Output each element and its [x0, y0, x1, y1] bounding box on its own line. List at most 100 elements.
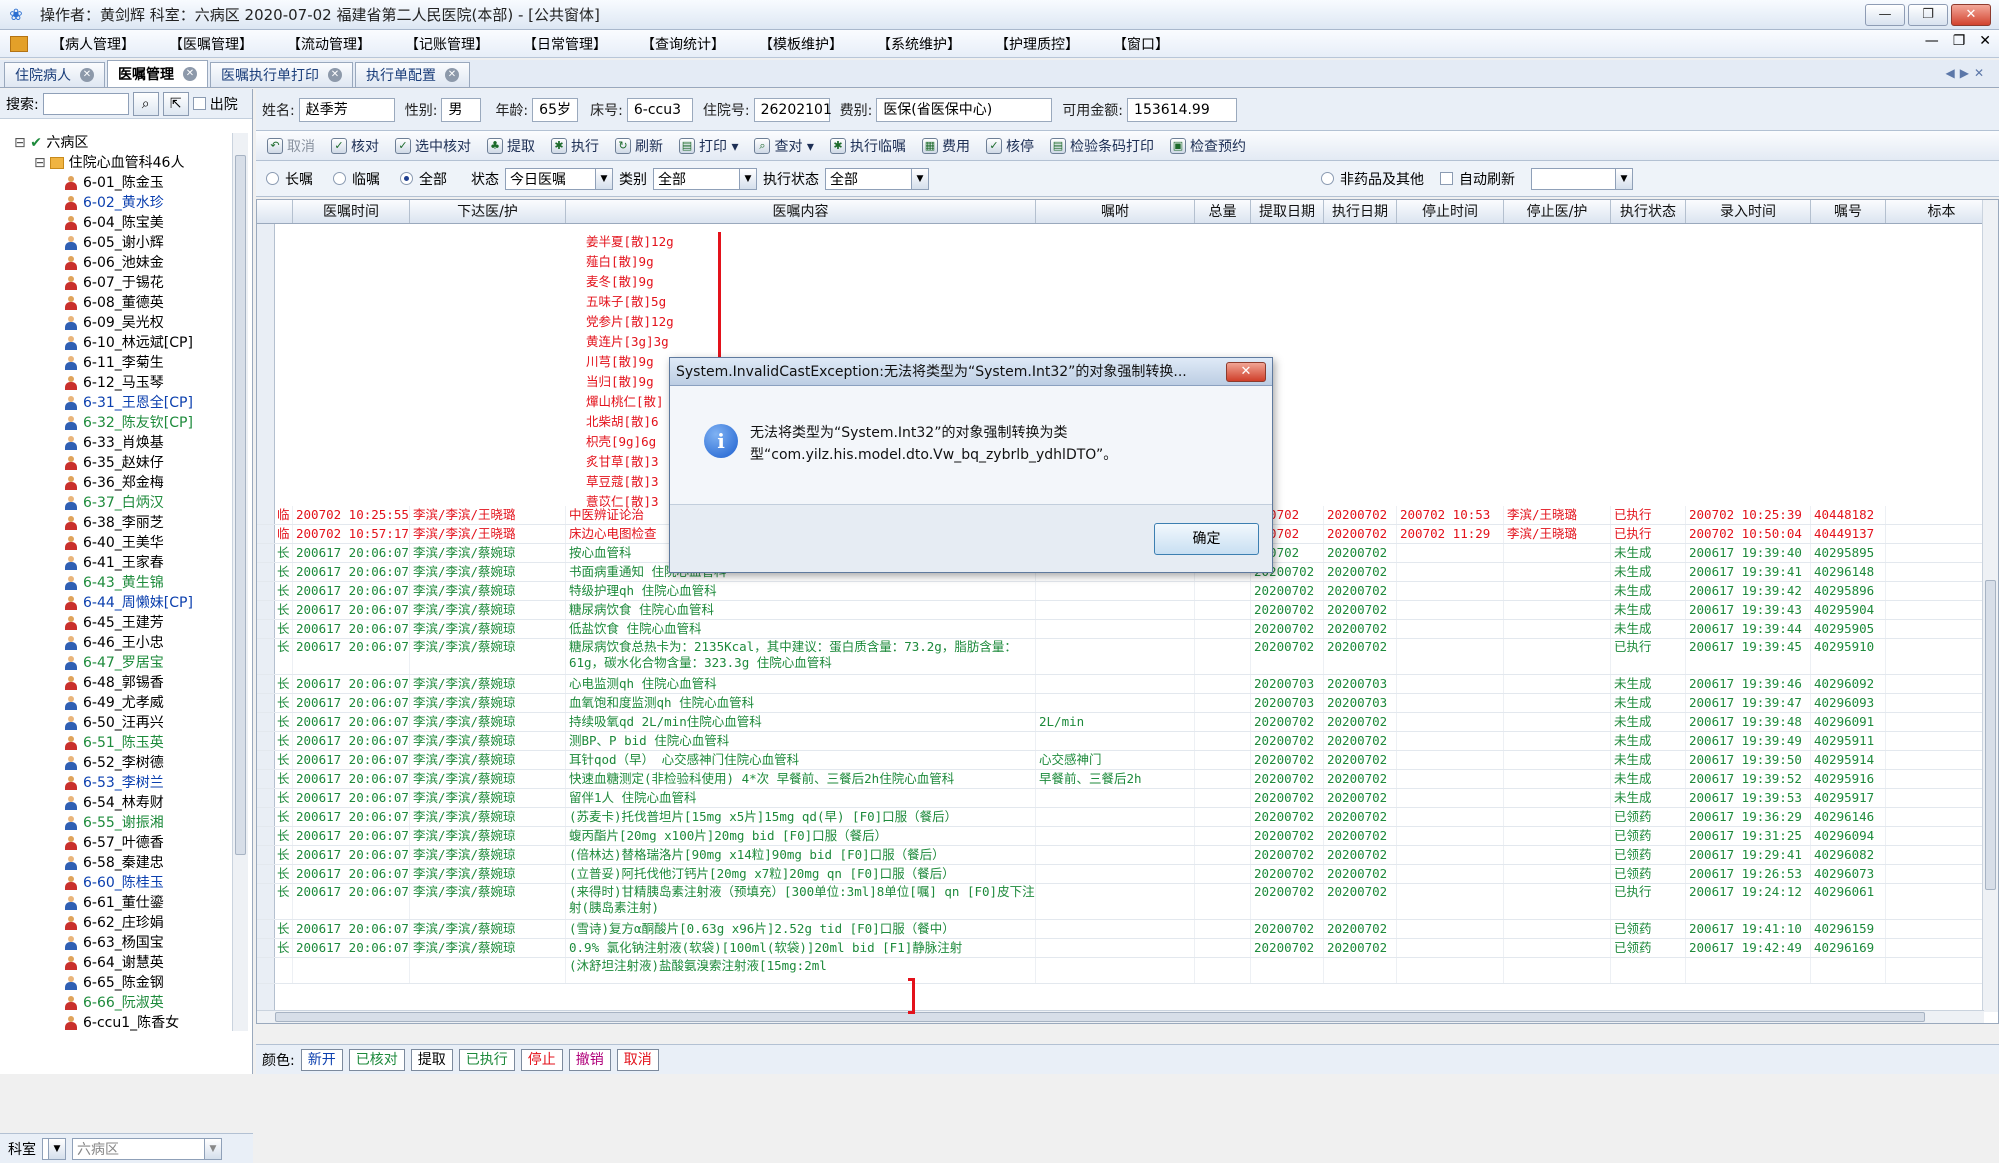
toolbar-button-12[interactable]: ▣ 检查预约 [1163, 136, 1253, 156]
patient-tree-item[interactable]: 6-58_秦建忠 [0, 853, 232, 873]
tab-order-exec-print[interactable]: 医嘱执行单打印 ✕ [210, 62, 353, 87]
tab-close-icon[interactable]: ✕ [328, 68, 342, 82]
column-header[interactable]: 嘱咐 [1036, 200, 1195, 223]
table-row[interactable]: 长 200617 20:06:07 李滨/李滨/蔡婉琼 留伴1人 住院心血管科 2020… [257, 789, 1984, 808]
menu-daily-management[interactable]: 【日常管理】 [506, 34, 624, 54]
table-row[interactable]: 长 200617 20:06:07 李滨/李滨/蔡婉琼 耳针qod（早） 心交感神门住… [257, 751, 1984, 770]
menu-query-statistics[interactable]: 【查询统计】 [624, 34, 742, 54]
patient-tree-item[interactable]: 6-62_庄珍娟 [0, 913, 232, 933]
patient-tree-item[interactable]: 6-33_肖焕基 [0, 433, 232, 453]
patient-tree-item[interactable]: 6-41_王家春 [0, 553, 232, 573]
patient-tree-item[interactable]: 6-43_黄生锦 [0, 573, 232, 593]
toolbar-button-11[interactable]: ▤ 检验条码打印 [1043, 136, 1161, 156]
patient-tree-item[interactable]: 6-07_于锡花 [0, 273, 232, 293]
toolbar-button-4[interactable]: ✱ 执行 [544, 136, 606, 156]
discharged-checkbox[interactable] [192, 97, 206, 110]
menu-order-management[interactable]: 【医嘱管理】 [152, 34, 270, 54]
patient-tree-item[interactable]: 6-50_汪再兴 [0, 713, 232, 733]
mdi-restore-button[interactable]: ❐ [1953, 33, 1966, 49]
menu-billing-management[interactable]: 【记账管理】 [388, 34, 506, 54]
search-icon[interactable]: ⌕ [132, 91, 159, 116]
status-dropdown[interactable]: 今日医嘱 ▼ [505, 167, 613, 190]
patient-tree-item[interactable]: 6-60_陈桂玉 [0, 873, 232, 893]
column-header[interactable]: 提取日期 [1251, 200, 1324, 223]
tree-scrollbar[interactable] [232, 133, 248, 1031]
all-radio[interactable] [400, 172, 413, 185]
tab-scroll-arrows-icon[interactable]: ◀▶✕ [1945, 66, 1989, 80]
patient-tree-item[interactable]: 6-12_马玉琴 [0, 373, 232, 393]
patient-tree-item[interactable]: 6-11_李菊生 [0, 353, 232, 373]
table-row[interactable]: 长 200617 20:06:07 李滨/李滨/蔡婉琼 快速血糖测定(非检验科使用) … [257, 770, 1984, 789]
patient-tree-item[interactable]: 6-02_黄水珍 [0, 193, 232, 213]
maximize-button[interactable]: ❐ [1908, 4, 1948, 26]
order-grid[interactable]: 医嘱时间 下达医/护 医嘱内容 嘱咐 总量 提取日期 执行日期 停止时间 停止医/护 执行状态 录入… [256, 199, 1999, 1024]
search-input[interactable] [42, 92, 129, 115]
patient-tree-item[interactable]: 6-37_白炳汉 [0, 493, 232, 513]
patient-tree-item[interactable]: 6-54_林寿财 [0, 793, 232, 813]
table-row[interactable]: 长 200617 20:06:07 李滨/李滨/蔡婉琼 糖尿病饮食 住院心血管科 202… [257, 601, 1984, 620]
table-row[interactable]: 长 200617 20:06:07 李滨/李滨/蔡婉琼 低盐饮食 住院心血管科 2020… [257, 620, 1984, 639]
toolbar-button-3[interactable]: ♣ 提取 [480, 136, 542, 156]
column-header[interactable]: 停止医/护 [1504, 200, 1611, 223]
minimize-button[interactable]: — [1865, 4, 1905, 26]
dialog-close-button[interactable]: ✕ [1226, 362, 1266, 382]
table-row[interactable]: 长 200617 20:06:07 李滨/李滨/蔡婉琼 (苏麦卡)托伐普坦片[15mg… [257, 808, 1984, 827]
patient-tree-item[interactable]: 6-31_王恩全[CP] [0, 393, 232, 413]
patient-tree-item[interactable]: 6-47_罗居宝 [0, 653, 232, 673]
patient-tree-item[interactable]: 6-66_阮淑英 [0, 993, 232, 1013]
dept-type-dropdown[interactable]: ▼ [42, 1137, 66, 1160]
column-header[interactable]: 医嘱内容 [566, 200, 1036, 223]
tab-close-icon[interactable]: ✕ [183, 67, 197, 81]
patient-tree-item[interactable]: 6-63_杨国宝 [0, 933, 232, 953]
close-button[interactable]: ✕ [1951, 4, 1991, 26]
table-row[interactable]: 长 200617 20:06:07 李滨/李滨/蔡婉琼 (来得时)甘精胰岛素注射液（预… [257, 884, 1984, 920]
type-dropdown[interactable]: 全部 ▼ [653, 167, 757, 190]
patient-tree-item[interactable]: 6-05_谢小辉 [0, 233, 232, 253]
patient-tree-item[interactable]: 6-44_周懒妹[CP] [0, 593, 232, 613]
patient-tree-item[interactable]: 6-06_池妹金 [0, 253, 232, 273]
menu-system-maintenance[interactable]: 【系统维护】 [860, 34, 978, 54]
table-row[interactable]: 长 200617 20:06:07 李滨/李滨/蔡婉琼 糖尿病饮食总热卡为：2135K… [257, 639, 1984, 675]
table-row[interactable]: 长 200617 20:06:07 李滨/李滨/蔡婉琼 (立普妥)阿托伐他汀钙片[20… [257, 865, 1984, 884]
patient-tree-item[interactable]: 6-01_陈金玉 [0, 173, 232, 193]
toolbar-button-5[interactable]: ↻ 刷新 [608, 136, 670, 156]
tab-exec-config[interactable]: 执行单配置 ✕ [355, 62, 470, 87]
toolbar-button-2[interactable]: ✓ 选中核对 [388, 136, 478, 156]
column-header[interactable]: 录入时间 [1686, 200, 1811, 223]
patient-tree-item[interactable]: 6-08_董德英 [0, 293, 232, 313]
tab-order-management[interactable]: 医嘱管理 ✕ [107, 60, 208, 87]
toolbar-button-9[interactable]: ▦ 费用 [915, 136, 977, 156]
table-row[interactable]: 长 200617 20:06:07 李滨/李滨/蔡婉琼 血氧饱和度监测qh 住院心血管… [257, 694, 1984, 713]
mdi-minimize-button[interactable]: — [1925, 33, 1939, 49]
ok-button[interactable]: 确定 [1154, 523, 1259, 555]
menu-patient-management[interactable]: 【病人管理】 [34, 34, 152, 54]
table-row[interactable]: 长 200617 20:06:07 李滨/李滨/蔡婉琼 (雪诗)复方α酮酸片[0.63… [257, 920, 1984, 939]
patient-tree-item[interactable]: 6-53_李树兰 [0, 773, 232, 793]
patient-tree[interactable]: ⊟ ✔ 六病区 ⊟ 住院心血管科46人 6-01_陈金玉 6-02_黄水珍 6-04… [0, 133, 232, 1031]
menu-app-icon[interactable] [10, 35, 28, 52]
patient-tree-item[interactable]: 6-36_郑金梅 [0, 473, 232, 493]
patient-tree-item[interactable]: 6-35_赵妹仔 [0, 453, 232, 473]
auto-refresh-checkbox[interactable] [1440, 172, 1453, 185]
nondrug-radio[interactable] [1321, 172, 1334, 185]
tree-root[interactable]: ⊟ ✔ 六病区 [0, 133, 232, 153]
patient-tree-item[interactable]: 6-40_王美华 [0, 533, 232, 553]
mdi-close-button[interactable]: ✕ [1979, 33, 1991, 49]
patient-tree-item[interactable]: 6-45_王建芳 [0, 613, 232, 633]
toolbar-button-6[interactable]: ▤ 打印 ▾ [672, 136, 745, 156]
toolbar-button-7[interactable]: ⌕ 查对 ▾ [747, 136, 820, 156]
toolbar-button-10[interactable]: ✓ 核停 [979, 136, 1041, 156]
column-header[interactable]: 执行日期 [1324, 200, 1397, 223]
table-row[interactable]: 长 200617 20:06:07 李滨/李滨/蔡婉琼 (倍林达)替格瑞洛片[90mg… [257, 846, 1984, 865]
patient-tree-item[interactable]: 6-04_陈宝美 [0, 213, 232, 233]
table-row[interactable]: 长 200617 20:06:07 李滨/李滨/蔡婉琼 特级护理qh 住院心血管科 20… [257, 582, 1984, 601]
temporary-radio[interactable] [333, 172, 346, 185]
tab-close-icon[interactable]: ✕ [445, 68, 459, 82]
locate-icon[interactable]: ⇱ [162, 91, 189, 116]
tree-dept[interactable]: ⊟ 住院心血管科46人 [0, 153, 232, 173]
tab-inpatients[interactable]: 住院病人 ✕ [4, 62, 105, 87]
patient-tree-item[interactable]: 6-51_陈玉英 [0, 733, 232, 753]
table-row[interactable]: 长 200617 20:06:07 李滨/李滨/蔡婉琼 0.9% 氯化钠注射液(软袋)… [257, 939, 1984, 958]
column-header[interactable]: 总量 [1195, 200, 1251, 223]
menu-template-maintenance[interactable]: 【模板维护】 [742, 34, 860, 54]
